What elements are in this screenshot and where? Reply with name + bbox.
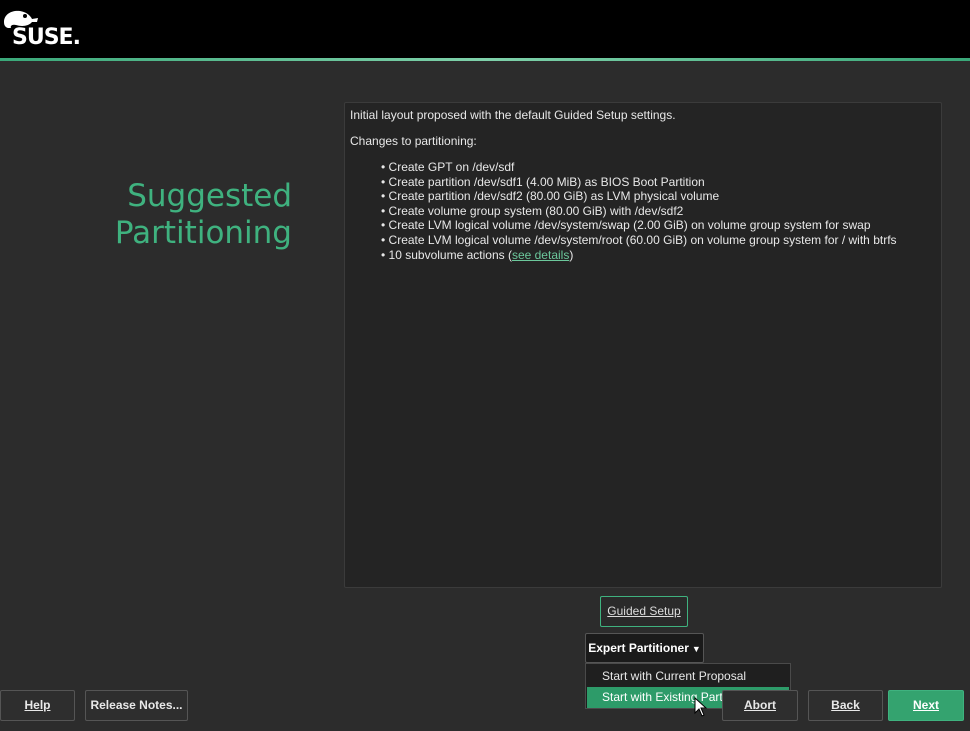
changes-list: Create GPT on /dev/sdf Create partition … [381,160,897,262]
next-button[interactable]: Next [888,690,964,721]
back-label: Back [831,698,860,712]
list-item: Create volume group system (80.00 GiB) w… [381,204,897,219]
list-item: 10 subvolume actions (see details) [381,248,897,263]
list-item: Create partition /dev/sdf1 (4.00 MiB) as… [381,175,897,190]
page-title-line1: Suggested [127,178,292,214]
release-notes-button[interactable]: Release Notes... [85,690,188,721]
abort-button[interactable]: Abort [722,690,798,721]
next-label: Next [912,698,939,712]
list-item: Create GPT on /dev/sdf [381,160,897,175]
subvolume-suffix: ) [569,247,574,262]
chevron-down-icon: ▼ [691,643,701,654]
proposal-summary: Initial layout proposed with the default… [344,102,942,588]
expert-partitioner-button[interactable]: Expert Partitioner ▼ [585,633,704,663]
page-title: Suggested Partitioning [60,178,292,252]
logo-text: SUSE. [12,25,81,50]
top-bar: SUSE. [0,0,970,58]
summary-changes-heading: Changes to partitioning: [350,134,477,148]
menu-item-current-proposal[interactable]: Start with Current Proposal [587,666,789,687]
guided-setup-button[interactable]: Guided Setup [600,596,688,627]
list-item: Create LVM logical volume /dev/system/sw… [381,218,897,233]
list-item: Create partition /dev/sdf2 (80.00 GiB) a… [381,189,897,204]
see-details-link[interactable]: see details [512,248,569,262]
abort-label: Abort [744,698,776,712]
summary-intro: Initial layout proposed with the default… [350,108,676,122]
help-label: Help [24,698,51,712]
page-title-line2: Partitioning [114,215,292,251]
release-notes-label: Release Notes... [90,698,183,712]
mouse-cursor-icon [694,697,708,717]
subvolume-text: 10 subvolume actions ( [388,247,512,262]
help-button[interactable]: Help [0,690,75,721]
list-item: Create LVM logical volume /dev/system/ro… [381,233,897,248]
accent-line [0,58,970,61]
expert-partitioner-label: Expert Partitioner [588,641,689,655]
guided-setup-label: Guided Setup [607,604,681,618]
suse-logo: SUSE. [2,8,81,50]
back-button[interactable]: Back [808,690,883,721]
